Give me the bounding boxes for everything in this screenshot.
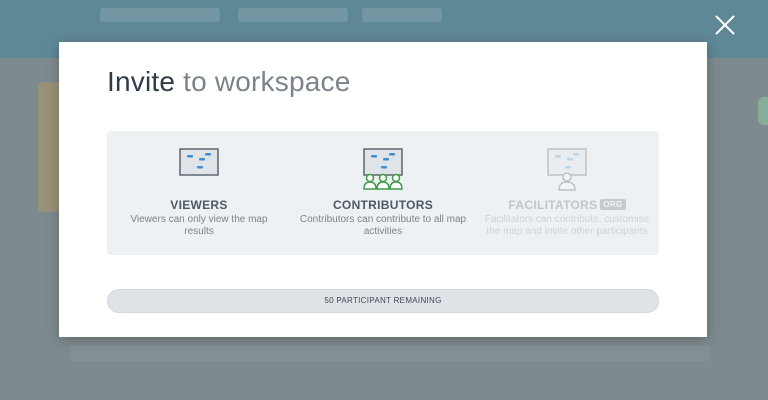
map-board-icon (179, 148, 219, 176)
role-name-viewers: VIEWERS (170, 198, 228, 212)
backdrop-blur-item (362, 8, 442, 22)
backdrop-blur-item (238, 8, 348, 22)
role-desc-contributors: Contributors can contribute to all map a… (299, 214, 467, 237)
role-name-facilitators-text: FACILITATORS (508, 198, 598, 212)
map-board-person-icon (547, 148, 587, 191)
role-desc-viewers: Viewers can only view the map results (130, 214, 268, 237)
backdrop-blur-item (100, 8, 220, 22)
org-badge: ORG (600, 199, 626, 210)
roles-panel: VIEWERS Viewers can only view the map re… (107, 131, 659, 255)
modal-title: Invite to workspace (107, 66, 350, 98)
role-option-facilitators: FACILITATORS ORG Facilitators can contrib… (475, 131, 659, 255)
backdrop-indicator (758, 97, 768, 125)
role-name-facilitators: FACILITATORS ORG (475, 198, 659, 212)
modal-title-rest: to workspace (183, 66, 351, 97)
map-board-group-icon (363, 148, 403, 190)
participants-remaining-bar: 50 PARTICIPANT REMAINING (107, 289, 659, 313)
close-icon[interactable] (712, 12, 738, 38)
role-option-contributors[interactable]: CONTRIBUTORS Contributors can contribute… (291, 131, 475, 255)
backdrop-footer (70, 345, 710, 361)
invite-modal: Invite to workspace VIEWERS Viewers can … (59, 42, 707, 337)
role-option-viewers[interactable]: VIEWERS Viewers can only view the map re… (107, 131, 291, 255)
modal-title-bold: Invite (107, 66, 176, 97)
role-desc-facilitators: Facilitators can contribute, customise t… (484, 214, 650, 237)
role-name-contributors: CONTRIBUTORS (332, 198, 434, 212)
